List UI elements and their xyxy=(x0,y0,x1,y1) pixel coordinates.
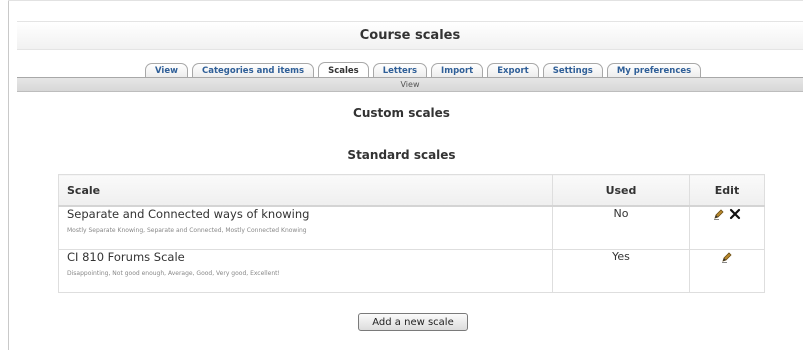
tab-bar: View Categories and items Scales Letters… xyxy=(145,60,705,78)
used-cell: Yes xyxy=(552,249,690,293)
tab-import[interactable]: Import xyxy=(431,63,484,78)
page-title: Course scales xyxy=(359,28,461,43)
tab-settings[interactable]: Settings xyxy=(542,63,603,78)
scale-cell: Separate and Connected ways of knowing M… xyxy=(58,205,553,250)
subtab-view[interactable]: View xyxy=(401,80,420,89)
tab-scales[interactable]: Scales xyxy=(318,62,369,78)
used-cell: No xyxy=(552,205,690,250)
header-scale[interactable]: Scale xyxy=(58,174,553,207)
tab-letters[interactable]: Letters xyxy=(372,63,428,78)
course-header: Course scales xyxy=(17,21,803,50)
table-row: Separate and Connected ways of knowing M… xyxy=(58,205,765,250)
header-edit: Edit xyxy=(689,174,765,207)
tab-export[interactable]: Export xyxy=(487,63,539,78)
table-row: CI 810 Forums Scale Disappointing, Not g… xyxy=(58,249,765,293)
scale-cell: CI 810 Forums Scale Disappointing, Not g… xyxy=(58,249,553,293)
subtab-bar: View xyxy=(17,77,803,92)
add-new-scale-button[interactable]: Add a new scale xyxy=(358,313,468,331)
scale-name: CI 810 Forums Scale xyxy=(67,250,185,264)
scale-description: Mostly Separate Knowing, Separate and Co… xyxy=(67,227,307,234)
standard-scales-table: Scale Used Edit Separate and Connected w… xyxy=(58,174,765,293)
standard-scales-heading: Standard scales xyxy=(347,148,456,162)
custom-scales-heading: Custom scales xyxy=(353,106,450,120)
tab-my-preferences[interactable]: My preferences xyxy=(606,63,702,78)
edit-icon[interactable] xyxy=(721,251,733,263)
top-border xyxy=(8,0,803,1)
edit-cell xyxy=(689,249,765,293)
page-border xyxy=(8,0,9,350)
tab-categories-and-items[interactable]: Categories and items xyxy=(191,63,315,78)
delete-icon[interactable] xyxy=(729,208,741,220)
scale-description: Disappointing, Not good enough, Average,… xyxy=(67,270,280,277)
header-used[interactable]: Used xyxy=(552,174,690,207)
scale-name: Separate and Connected ways of knowing xyxy=(67,207,310,221)
edit-cell xyxy=(689,205,765,250)
edit-icon[interactable] xyxy=(713,208,725,220)
tab-view[interactable]: View xyxy=(145,63,188,78)
table-header-row: Scale Used Edit xyxy=(58,174,765,207)
